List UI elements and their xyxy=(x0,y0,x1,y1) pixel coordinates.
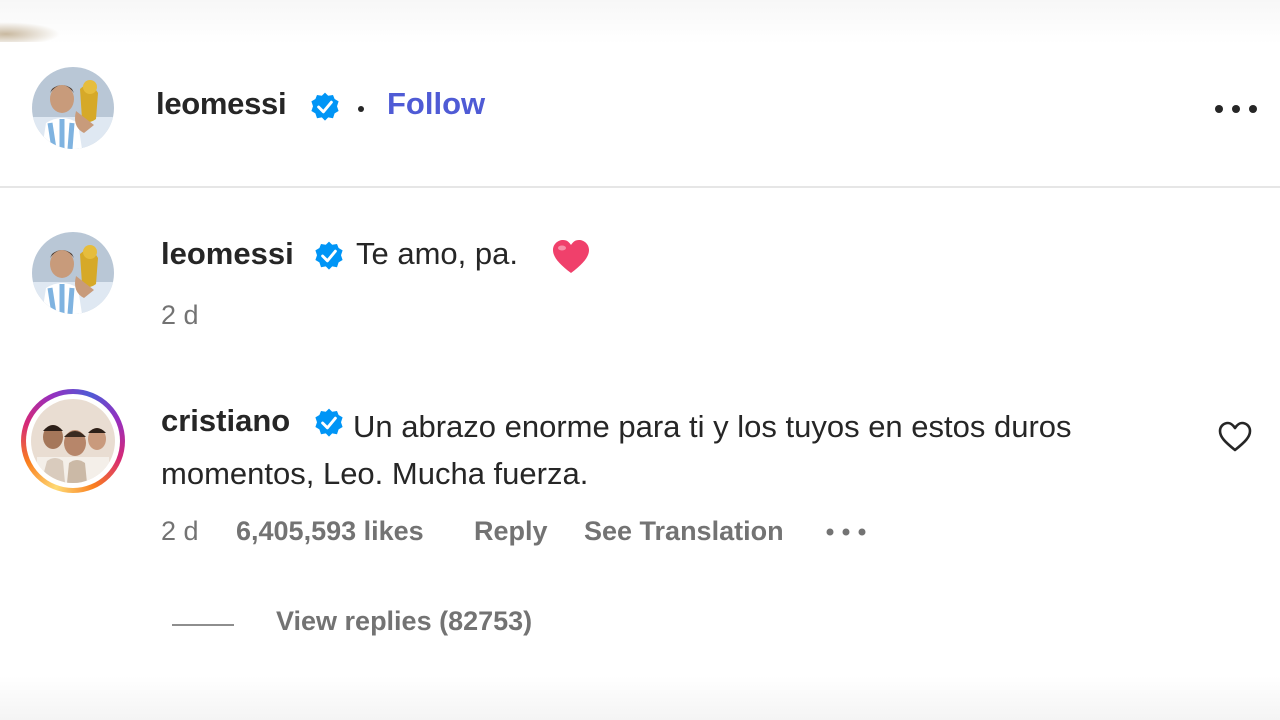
caption-avatar[interactable] xyxy=(32,232,114,314)
header-divider xyxy=(0,186,1280,188)
profile-avatar[interactable] xyxy=(32,67,114,149)
comment-likes-count[interactable]: 6,405,593 likes xyxy=(236,516,424,547)
follow-button[interactable]: Follow xyxy=(387,86,485,122)
caption-username[interactable]: leomessi xyxy=(161,236,294,272)
comment-more-icon[interactable] xyxy=(824,526,868,538)
view-replies-button[interactable]: View replies (82753) xyxy=(276,606,532,637)
top-edge xyxy=(0,0,1280,44)
red-heart-icon xyxy=(553,240,589,273)
heart-outline-icon[interactable] xyxy=(1217,420,1253,454)
verified-badge-icon xyxy=(315,241,343,270)
comment-body: Un abrazo enorme para ti y los tuyos en … xyxy=(161,409,1072,491)
verified-badge-icon xyxy=(315,408,343,437)
comment-username[interactable]: cristiano xyxy=(161,403,290,439)
comment-avatar[interactable] xyxy=(31,399,115,483)
separator-dot xyxy=(358,106,364,112)
bottom-edge xyxy=(0,676,1280,720)
caption-timestamp: 2 d xyxy=(161,300,199,330)
post-header: leomessi Follow xyxy=(0,62,1280,154)
comment-timestamp: 2 d xyxy=(161,516,199,546)
caption-text: Te amo, pa. xyxy=(356,236,518,271)
replies-divider-line xyxy=(172,624,234,626)
header-username[interactable]: leomessi xyxy=(156,86,287,122)
more-options-icon[interactable] xyxy=(1212,102,1260,116)
instagram-post-comments: leomessi Follow leomessi Te amo, pa. 2 d… xyxy=(0,0,1280,720)
see-translation-button[interactable]: See Translation xyxy=(584,516,784,547)
reply-button[interactable]: Reply xyxy=(474,516,548,547)
verified-badge-icon xyxy=(311,92,339,121)
